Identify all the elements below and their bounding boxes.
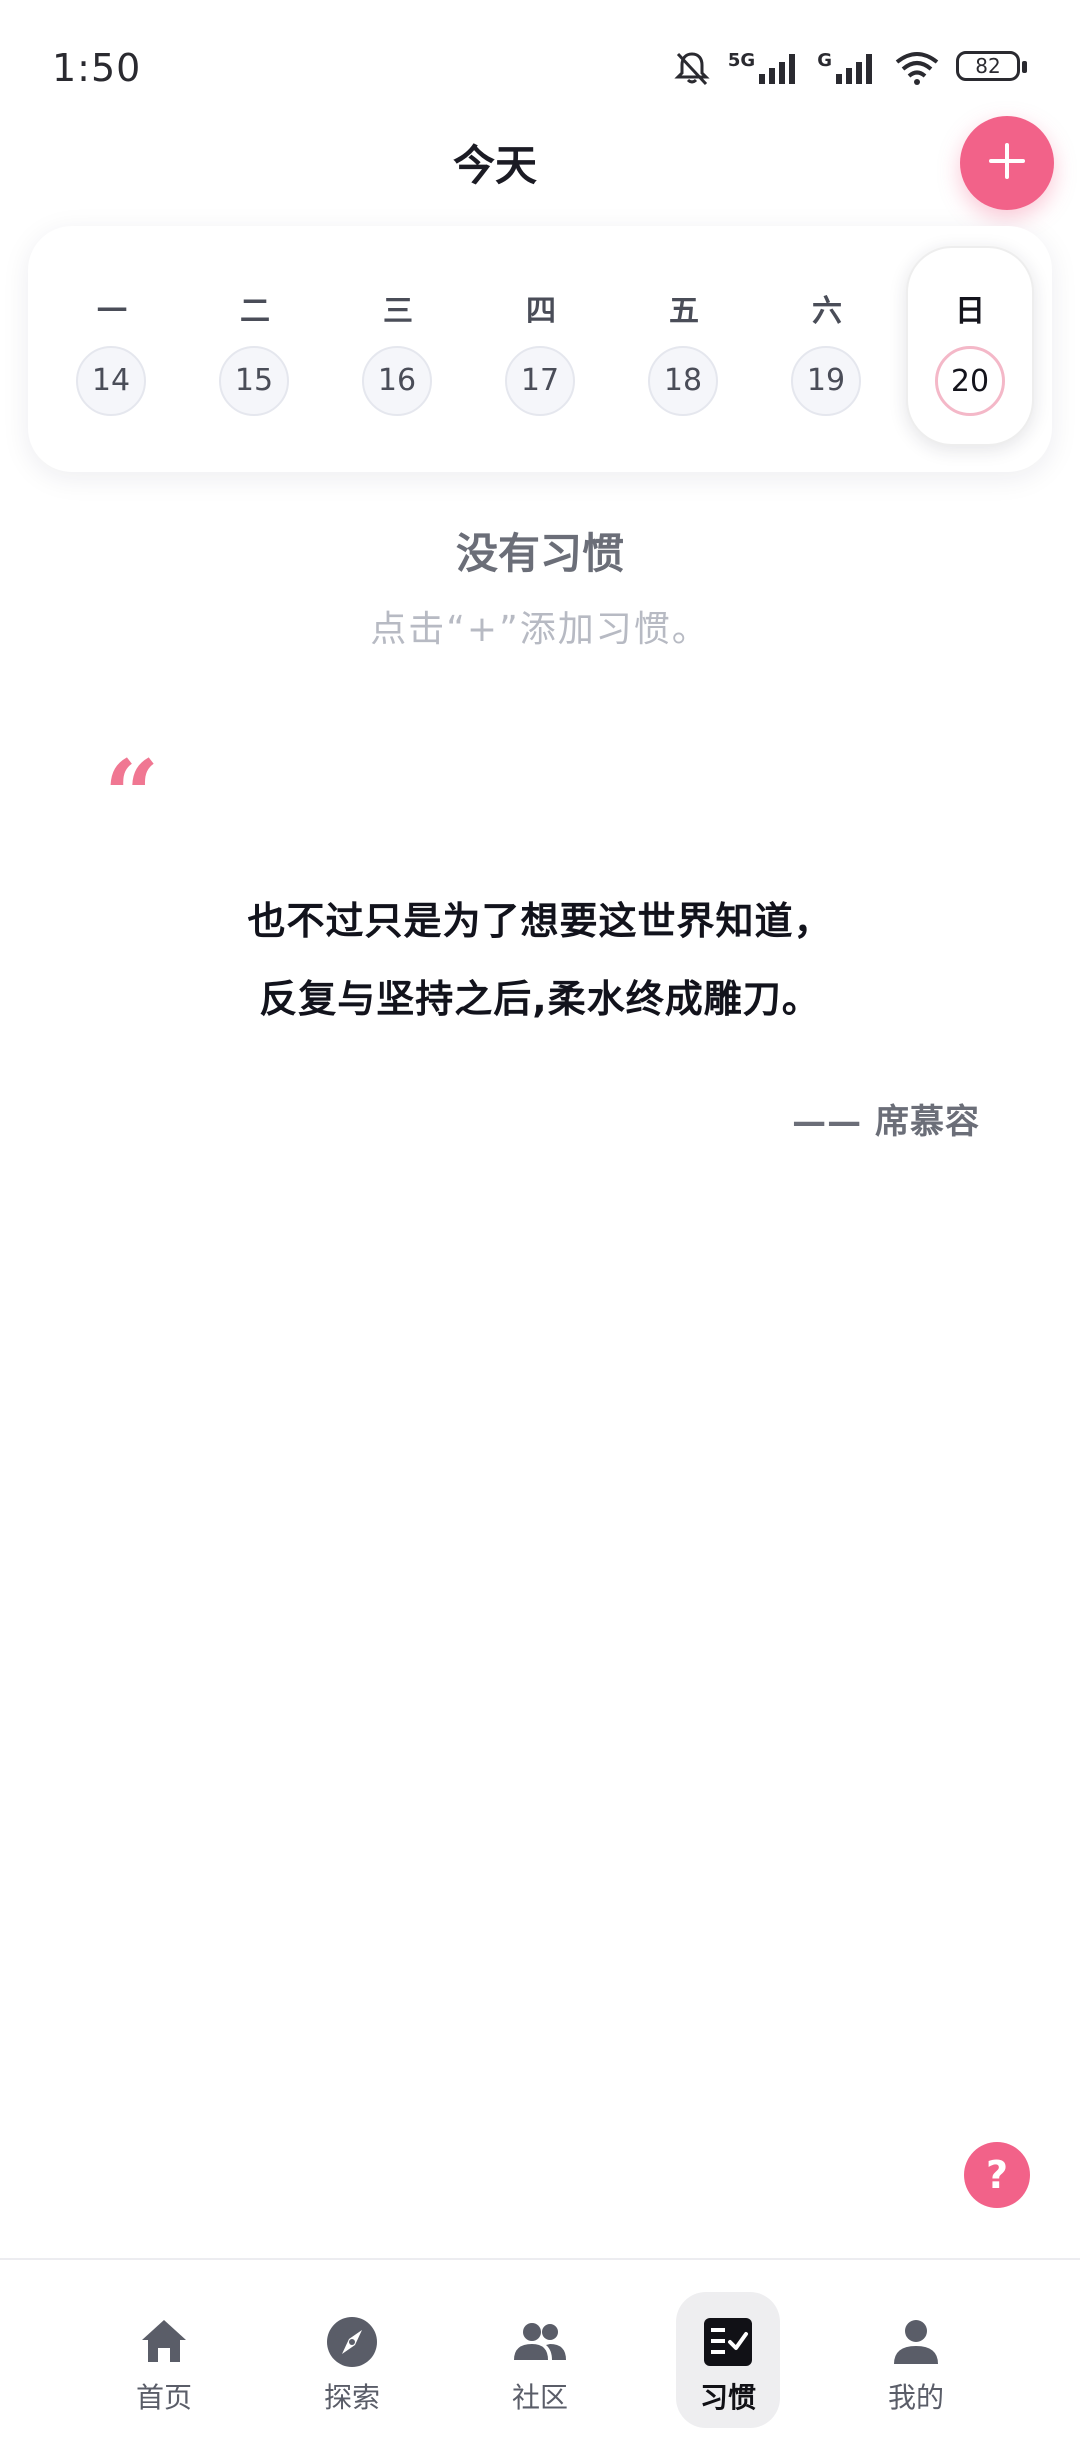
quote-line-1: 也不过只是为了想要这世界知道， (247, 899, 833, 943)
home-icon (136, 2314, 192, 2370)
quote-line-2: 反复与坚持之后,柔水终成雕刀。 (259, 977, 821, 1021)
quote-mark-icon: “ (104, 739, 160, 852)
day-sat[interactable]: 六 19 (763, 246, 891, 446)
week-selector: 一 14 二 15 三 16 四 17 五 18 六 19 日 20 (28, 226, 1052, 472)
day-label: 五 (669, 294, 699, 329)
day-sun[interactable]: 日 20 (906, 246, 1034, 446)
nav-item-profile[interactable]: 我的 (864, 2292, 968, 2428)
status-time: 1:50 (52, 46, 142, 90)
empty-state-title: 没有习惯 (455, 529, 624, 578)
network-label: 5G (727, 50, 756, 71)
nav-item-home[interactable]: 首页 (112, 2292, 216, 2428)
day-label: 三 (383, 294, 413, 329)
day-mon[interactable]: 一 14 (48, 246, 176, 446)
day-date: 15 (219, 346, 289, 416)
page-title: 今天 (452, 141, 537, 190)
person-icon (888, 2314, 944, 2370)
day-wed[interactable]: 三 16 (334, 246, 462, 446)
nav-label: 我的 (887, 2381, 944, 2414)
add-habit-button[interactable] (960, 116, 1054, 210)
nav-item-community[interactable]: 社区 (488, 2292, 592, 2428)
day-date: 18 (648, 346, 718, 416)
plus-icon (987, 141, 1027, 185)
bell-muted-icon (672, 48, 712, 88)
wifi-icon (894, 50, 940, 86)
status-bar: 1:50 5G G 82 (0, 0, 1080, 136)
day-date: 16 (362, 346, 432, 416)
day-date: 14 (76, 346, 146, 416)
day-date: 17 (505, 346, 575, 416)
day-tue[interactable]: 二 15 (191, 246, 319, 446)
help-button[interactable]: ? (964, 2142, 1030, 2208)
nav-label: 习惯 (699, 2381, 756, 2414)
battery-level: 82 (975, 54, 1001, 78)
people-icon (512, 2314, 568, 2370)
nav-label: 探索 (323, 2381, 380, 2414)
empty-state-hint: 点击“+”添加习惯。 (370, 609, 710, 650)
battery-icon: 82 (956, 51, 1028, 85)
nav-item-explore[interactable]: 探索 (300, 2292, 404, 2428)
signal-g-icon: G (817, 50, 878, 86)
day-label: 二 (240, 294, 270, 329)
bottom-nav: 首页 探索 社区 习惯 我的 (0, 2258, 1080, 2462)
nav-item-habits[interactable]: 习惯 (676, 2292, 780, 2428)
status-icons: 5G G 82 (672, 44, 1028, 92)
signal-5g-icon: 5G (728, 50, 801, 86)
quote-author: —— 席慕容 (792, 1102, 980, 1142)
day-label: 四 (526, 294, 556, 329)
day-fri[interactable]: 五 18 (620, 246, 748, 446)
day-thu[interactable]: 四 17 (477, 246, 605, 446)
day-label: 日 (955, 294, 985, 329)
compass-icon (324, 2314, 380, 2370)
day-label: 一 (97, 294, 127, 329)
day-label: 六 (812, 294, 842, 329)
nav-label: 社区 (511, 2381, 568, 2414)
day-date: 20 (935, 346, 1005, 416)
network-label-2: G (817, 50, 832, 71)
day-date: 19 (791, 346, 861, 416)
nav-label: 首页 (135, 2381, 192, 2414)
checklist-icon (700, 2314, 756, 2370)
